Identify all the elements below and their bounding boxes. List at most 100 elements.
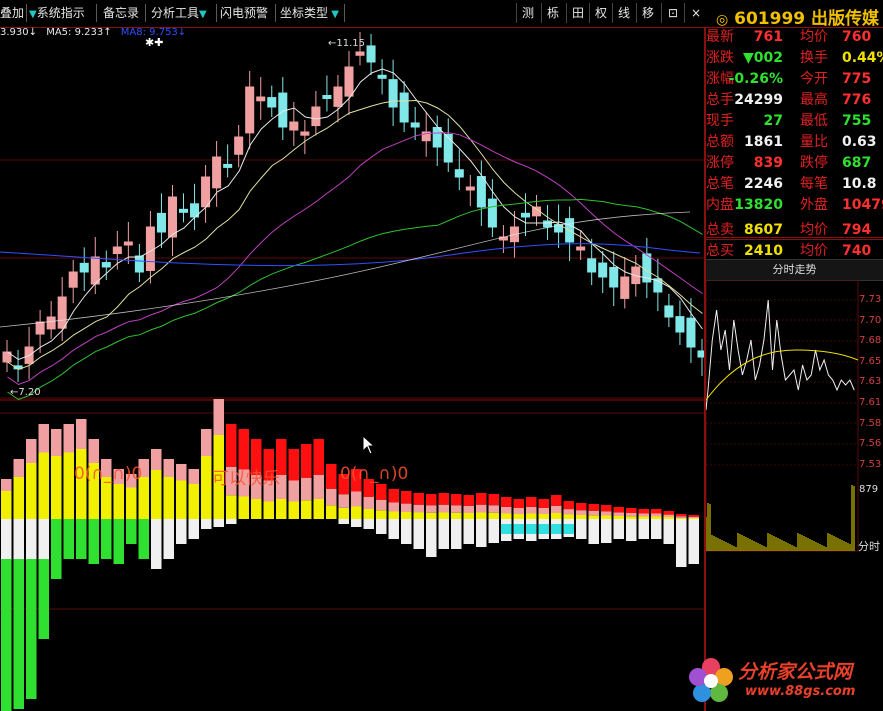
indicator-bar-up [38,452,49,519]
rights-button[interactable]: 权 [589,3,612,23]
indicator-bar-cyan [563,524,574,534]
quote-label: 跌停 [800,155,828,171]
restore-button[interactable]: ⊡ [661,3,684,23]
candle-body [476,176,486,208]
candle-body [256,96,266,102]
candle-body [377,74,387,79]
indicator-bar-up [688,516,699,518]
intraday-time-label: 分时 [858,540,880,553]
indicator-bar-up [13,477,24,519]
fenshi-title[interactable]: 分时走势 [706,259,883,281]
tb-system-indicator[interactable]: ▼系统指示 [29,3,85,23]
candle-body [134,255,144,273]
candle-body [686,317,696,348]
indicator-bar-up [526,506,537,514]
tb-separator [344,4,345,22]
indicator-bar-down [488,519,499,543]
indicator-bar-up [76,419,87,449]
quote-label: 涨停 [706,155,734,171]
indicator-bar-down [463,519,474,544]
quote-value: ▼002 [743,50,783,66]
indicator-bar-up [38,424,49,453]
indicator-bar-up [463,513,474,519]
indicator-bar-up [451,494,462,506]
indicator-bar-up [326,505,337,519]
candle-body [465,186,475,191]
candle-body [487,198,497,228]
quote-separator [706,239,883,240]
indicator-bar-up [613,507,624,513]
tb-overlay[interactable]: 叠加 [0,3,24,23]
indicator-bar-up [426,494,437,506]
indicator-bar-up [563,509,574,515]
tb-flash-alert[interactable]: 闪电预警 [220,3,268,23]
candle-body [520,212,530,218]
indicator-bar-up [501,513,512,519]
watermark-title: 分析家公式网 [738,661,853,683]
quote-value: 27 [763,113,783,129]
indicator-bar-up [401,512,412,519]
quote-label: 今开 [800,71,828,87]
indicator-bar-up [463,495,474,506]
move-button[interactable]: 移 [636,3,659,23]
close-button[interactable]: × [684,3,707,23]
indicator-bar-down [413,519,424,549]
candle-body [167,196,177,238]
grid-button[interactable]: 田 [566,3,589,23]
indicator-bar-cyan [526,524,537,534]
candle-body [598,262,608,278]
tb-analysis-tools[interactable]: 分析工具▼ [151,3,207,23]
indicator-bar-up [601,505,612,512]
indicator-bar-down [38,559,49,639]
quote-label: 现手 [706,113,734,129]
indicator-bar-up [201,456,212,519]
indicator-bar-up [213,399,224,435]
quote-value: 0.63 [842,134,877,150]
tb-coord-type[interactable]: 坐标类型 ▼ [280,3,339,23]
candle-body [388,79,398,108]
kline-chart[interactable] [0,27,705,711]
indicator-bar-up [288,501,299,519]
indicator-bar-up [438,504,449,513]
intraday-chart[interactable] [706,280,883,552]
indicator-bar-up [251,499,262,519]
quote-value: 24299 [734,92,783,108]
indicator-bar-up [401,503,412,512]
candle-body [344,66,354,97]
indicator-bar-up [576,515,587,519]
indicator-bar-up [1,491,12,519]
candle-body [366,45,376,63]
indicator-bar-down [676,519,687,567]
indicator-bar-up [413,493,424,505]
candle-body [57,296,67,329]
candle-body [267,97,277,108]
bar-button[interactable]: 栎 [541,3,564,23]
quote-row: 总笔 2246 每笔 10.8 [706,174,883,195]
candle-body [609,266,619,288]
watermark-url: www.88gs.com [745,684,856,699]
indicator-bar-up [63,424,74,453]
quote-label: 外盘 [800,197,828,213]
indicator-bar-up [463,505,474,513]
tb-separator [26,4,27,22]
indicator-bar-down [188,519,199,539]
measure-button[interactable]: 测 [516,3,539,23]
indicator-bar-up [451,505,462,513]
ma5-line [7,68,703,361]
quote-value: 760 [842,29,872,45]
indicator-bar-up [288,480,299,502]
tb-memo[interactable]: 备忘录 [103,3,139,23]
indicator-bar-down [201,519,212,529]
indicator-bar-up [201,429,212,456]
indicator-bar-down [26,559,37,699]
intraday-price-tick: 7.63 [859,376,882,388]
indicator-bar-up [188,469,199,484]
indicator-bar-down [363,519,374,529]
indicator-bar-down [613,519,624,539]
indicator-bar-up [451,512,462,519]
line-button[interactable]: 线 [612,3,635,23]
indicator-bar-up [313,439,324,475]
indicator-bar-up [651,513,662,517]
quote-value: 687 [842,155,872,171]
mouse-cursor-icon [362,435,376,455]
